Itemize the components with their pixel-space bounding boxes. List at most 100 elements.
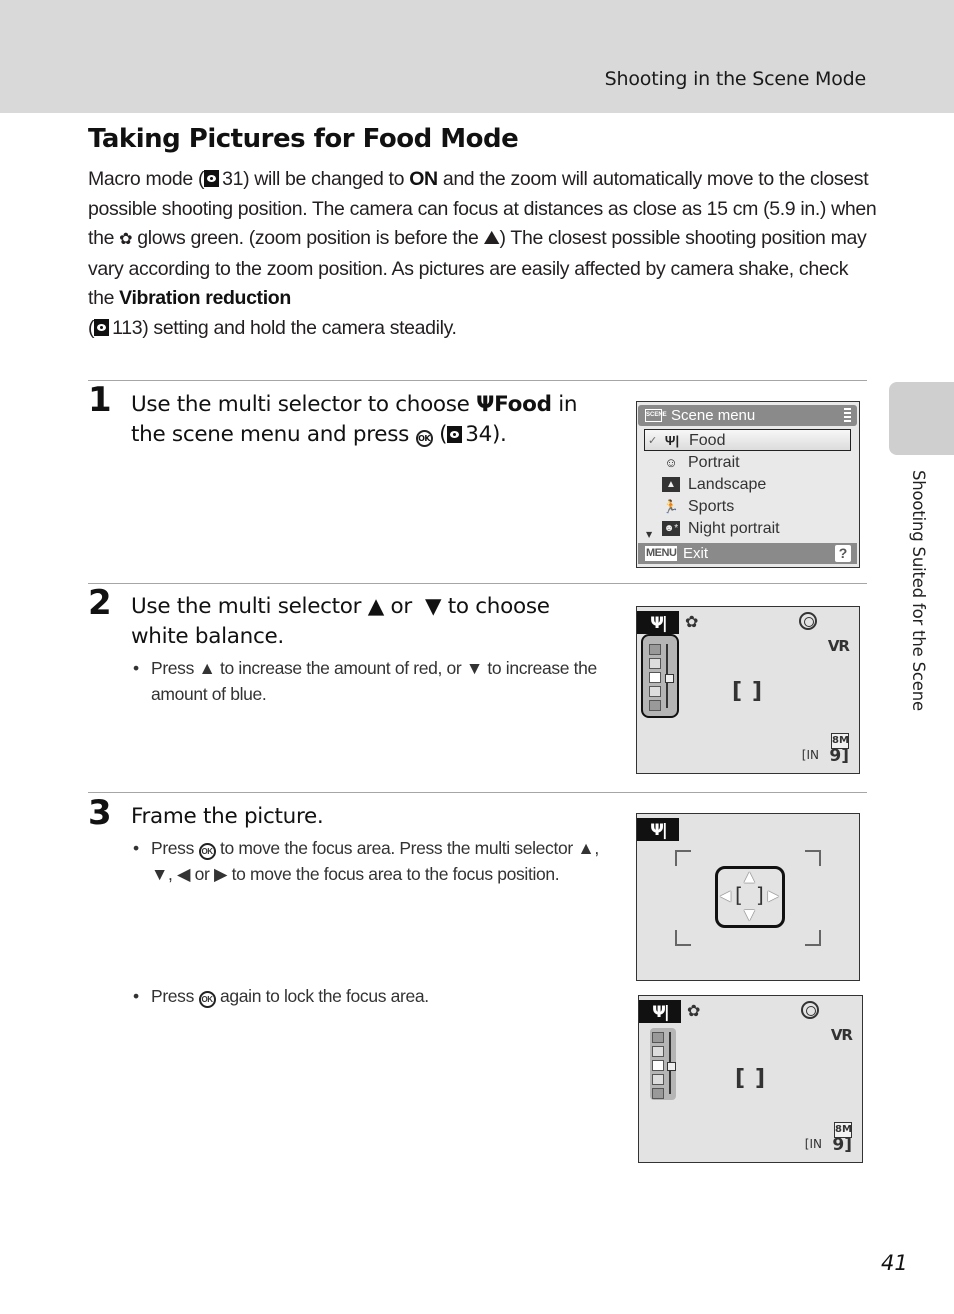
bullet-item: • Press OK to move the focus area. Press…: [133, 836, 623, 887]
step-1-text: Use the multi selector to choose ΨFood i…: [131, 390, 611, 449]
intro-text: glows green. (zoom position is before th…: [132, 227, 484, 249]
menu-item-sports[interactable]: 🏃 Sports: [644, 496, 851, 518]
bullet-text: to increase the amount of red, or: [215, 658, 466, 678]
page-ref: 31: [222, 168, 244, 190]
portrait-icon: ☺: [664, 455, 678, 470]
menu-item-label: Food: [689, 432, 726, 449]
on-label: ON: [409, 168, 438, 190]
focus-bracket-left: [: [732, 679, 743, 704]
intro-text: ) setting and hold the camera steadily.: [142, 316, 457, 339]
bullet-text: Press: [151, 658, 199, 678]
step-3-text: Frame the picture.: [131, 804, 324, 829]
night-portrait-icon: ☻*: [662, 521, 680, 536]
white-balance-slider[interactable]: [641, 634, 679, 718]
intro-text: ) will be changed to: [243, 168, 410, 190]
step-text: Use the multi selector to choose: [131, 392, 477, 417]
scene-menu-footer: MENU Exit ?: [638, 543, 857, 564]
step-text: Use the multi selector: [131, 594, 368, 619]
wb-pointer-icon: [665, 674, 674, 683]
wb-level-selected: [649, 672, 661, 683]
divider: [88, 380, 867, 381]
macro-icon: ✿: [685, 612, 699, 631]
focus-bracket-right: ]: [752, 679, 763, 704]
food-mode-icon: Ψ|: [637, 611, 679, 634]
macro-icon: ✿: [687, 1001, 701, 1020]
header-band: [0, 0, 954, 113]
bullet-text: to move the focus area to the focus posi…: [227, 863, 560, 884]
step-number: 2: [88, 583, 112, 623]
ok-button-icon: OK: [198, 843, 216, 860]
divider: [88, 792, 867, 793]
step-text: ).: [491, 421, 507, 447]
food-icon: Ψ: [476, 392, 495, 417]
bullet-icon: •: [133, 658, 139, 678]
af-icon: [801, 1001, 819, 1019]
page-reference-icon: [204, 170, 220, 187]
wb-level: [652, 1032, 664, 1043]
menu-button-icon[interactable]: MENU: [645, 546, 678, 561]
bullet-text: Press: [151, 838, 199, 858]
step-text: (: [432, 421, 448, 447]
internal-memory-icon: [IN: [801, 748, 819, 762]
up-arrow-icon: ▲: [367, 594, 385, 619]
af-icon: [799, 612, 817, 630]
page-reference-icon: [94, 318, 110, 336]
bullet-text: to move the focus area. Press the multi …: [215, 838, 578, 858]
exit-label: Exit: [683, 545, 709, 562]
vibration-reduction-label: Vibration reduction: [119, 287, 291, 309]
help-icon[interactable]: ?: [835, 545, 851, 562]
menu-item-portrait[interactable]: ☺ Portrait: [644, 452, 851, 474]
wb-pointer-icon: [667, 1062, 676, 1071]
frame-corner: [805, 930, 821, 946]
internal-memory-icon: [IN: [804, 1137, 822, 1151]
bullet-item: • Press ▲ to increase the amount of red,…: [133, 656, 623, 707]
left-arrow-icon: ◀: [720, 888, 731, 904]
food-icon: Ψ|: [664, 433, 680, 448]
landscape-icon: ▲: [662, 477, 680, 492]
focus-area-selector[interactable]: ▲ ▼ ◀ ▶ [ ]: [715, 866, 785, 928]
menu-item-label: Sports: [688, 498, 735, 515]
step-2-text: Use the multi selector ▲ or ▼ to choose …: [131, 592, 611, 651]
side-section-label: Shooting Suited for the Scene: [908, 470, 932, 715]
right-arrow-icon: ▶: [768, 888, 779, 904]
bullet-text: again to lock the focus area.: [215, 986, 429, 1006]
food-mode-icon: Ψ|: [639, 1000, 681, 1023]
white-balance-slider[interactable]: [650, 1028, 676, 1100]
up-arrow-icon: ▲: [744, 869, 755, 885]
section-title: Shooting in the Scene Mode: [604, 68, 867, 90]
wb-level: [649, 644, 661, 655]
menu-item-label: Night portrait: [688, 520, 780, 537]
intro-text: Macro mode (: [88, 168, 205, 190]
frame-corner: [675, 850, 691, 866]
step-number: 1: [88, 380, 112, 420]
menu-item-night-portrait[interactable]: ☻* Night portrait: [644, 518, 851, 540]
focus-locked-screen: Ψ| ✿ VR [ ] 8M [IN 9]: [638, 995, 863, 1163]
scrollbar-icon: [844, 408, 851, 423]
page-ref: 34: [465, 421, 492, 447]
ok-button-icon: OK: [198, 991, 216, 1008]
focus-bracket-right: ]: [755, 1066, 766, 1091]
vr-icon: VR: [830, 1026, 853, 1044]
menu-item-label: Portrait: [688, 454, 740, 471]
side-section-label-text: Shooting Suited for the Scene: [909, 470, 928, 711]
down-arrow-icon: ▼: [744, 907, 755, 923]
wb-level: [652, 1046, 664, 1057]
focus-bracket-left: [: [735, 1066, 746, 1091]
scene-icon: SCENE: [645, 409, 667, 422]
wb-level: [649, 686, 661, 697]
more-items-arrow-icon: ▼: [646, 530, 653, 539]
bullet-icon: •: [133, 838, 139, 858]
menu-item-landscape[interactable]: ▲ Landscape: [644, 474, 851, 496]
vr-icon: VR: [827, 637, 850, 655]
down-arrow-icon: ▼: [424, 594, 442, 619]
focus-bracket-right: ]: [756, 883, 764, 907]
check-icon: ✓: [648, 435, 658, 447]
wb-level: [652, 1088, 664, 1099]
shots-remaining: 9]: [832, 1135, 852, 1155]
bullet-icon: •: [133, 986, 139, 1006]
wide-angle-icon: ⛰: [483, 227, 500, 249]
macro-icon: ✿: [119, 231, 133, 248]
menu-item-food[interactable]: ✓ Ψ| Food: [644, 429, 851, 451]
page-ref: 113: [112, 316, 143, 339]
section-tab[interactable]: [889, 382, 954, 455]
